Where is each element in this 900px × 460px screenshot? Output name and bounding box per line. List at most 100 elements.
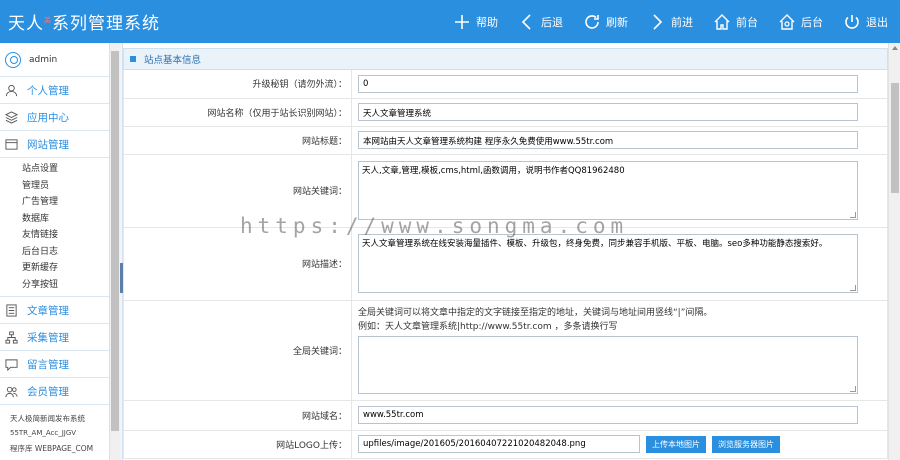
power-icon — [845, 14, 859, 29]
resize-handle-icon[interactable] — [850, 212, 856, 218]
sidebar: admin 个人管理 应用中心 网站管理 站点设置 管理员 广告管理 数据库 友… — [0, 43, 110, 460]
label-domain: 网站域名： — [123, 400, 352, 431]
main-scrollbar[interactable] — [888, 43, 900, 460]
submenu-database[interactable]: 数据库 — [22, 211, 109, 228]
menu-personal[interactable]: 个人管理 — [0, 77, 109, 104]
brand-rest: 系列管理系统 — [52, 14, 160, 34]
frontend-label: 前台 — [736, 15, 758, 29]
label-keywords: 网站关键词： — [123, 154, 352, 228]
submenu-logs[interactable]: 后台日志 — [22, 244, 109, 261]
submenu-cache[interactable]: 更新缓存 — [22, 260, 109, 277]
label-upgrade: 升级秘钥（请勿外流）： — [123, 70, 352, 99]
label-logo: 网站LOGO上传： — [123, 430, 352, 459]
section-title-text: 站点基本信息 — [144, 55, 202, 66]
menu-articles-label: 文章管理 — [27, 304, 69, 317]
submenu-site-settings[interactable]: 站点设置 — [22, 161, 109, 178]
domain-input[interactable]: www.55tr.com — [358, 406, 858, 424]
menu-articles[interactable]: 文章管理 — [0, 297, 109, 324]
window-icon — [5, 138, 18, 150]
user-icon — [5, 84, 18, 96]
logout-label: 退出 — [866, 15, 888, 29]
resize-handle-icon[interactable] — [850, 285, 856, 291]
submenu-admins[interactable]: 管理员 — [22, 178, 109, 195]
help-button[interactable]: 帮助 — [453, 13, 498, 31]
menu-collect[interactable]: 采集管理 — [0, 324, 109, 351]
home-icon — [714, 13, 730, 30]
refresh-icon — [585, 14, 599, 29]
top-nav: 帮助 后退 刷新 前进 前台 后台 退出 — [433, 0, 888, 43]
footer-line-2: 55TR_AM_Acc_JJGV — [10, 429, 77, 437]
plus-icon — [455, 14, 469, 29]
members-icon — [5, 386, 18, 397]
label-title: 网站标题： — [123, 126, 352, 155]
logo-path-input[interactable]: upfiles/image/201605/2016040722102048204… — [358, 435, 640, 453]
menu-site-label: 网站管理 — [27, 138, 69, 151]
settings-form: 升级秘钥（请勿外流）： 0 网站名称（仅用于站长识别网站）： 天人文章管理系统 … — [123, 70, 888, 459]
layers-icon — [5, 110, 18, 124]
site-name-input[interactable]: 天人文章管理系统 — [358, 103, 858, 121]
submenu-ads[interactable]: 广告管理 — [22, 194, 109, 211]
site-submenu: 站点设置 管理员 广告管理 数据库 友情链接 后台日志 更新缓存 分享按钮 — [0, 158, 109, 297]
submenu-share[interactable]: 分享按钮 — [22, 277, 109, 294]
username: admin — [29, 54, 58, 65]
menu-members[interactable]: 会员管理 — [0, 378, 109, 405]
main-content: 站点基本信息 升级秘钥（请勿外流）： 0 网站名称（仅用于站长识别网站）： 天人… — [123, 48, 888, 460]
label-description: 网站描述： — [123, 227, 352, 301]
submenu-links[interactable]: 友情链接 — [22, 227, 109, 244]
brand-main: 天人 — [8, 14, 44, 34]
sitemap-icon — [5, 330, 18, 344]
row-sitename: 网站名称（仅用于站长识别网站）： 天人文章管理系统 — [123, 98, 888, 127]
top-bar: 天人美系列管理系统 帮助 后退 刷新 前进 前台 后台 退出 — [0, 0, 900, 43]
chevron-right-icon — [653, 13, 663, 30]
backend-label: 后台 — [801, 15, 823, 29]
upgrade-key-input[interactable]: 0 — [358, 74, 858, 93]
main-scroll-thumb[interactable] — [891, 83, 899, 193]
keywords-textarea[interactable]: 天人,文章,管理,模板,cms,html,函数调用，说明书作者QQ8196248… — [358, 161, 858, 220]
label-sitename: 网站名称（仅用于站长识别网站）： — [123, 98, 352, 127]
label-global-keywords: 全局关键词： — [123, 300, 352, 401]
menu-apps-label: 应用中心 — [27, 111, 69, 124]
global-kw-hint-2: 例如：天人文章管理系统|http://www.55tr.com ，多条请换行写 — [358, 322, 618, 332]
menu-site[interactable]: 网站管理 — [0, 131, 109, 158]
sidebar-scroll-thumb[interactable] — [111, 51, 119, 431]
footer-line-3: 程序库 WEBPAGE_COM — [10, 444, 94, 453]
backend-button[interactable]: 后台 — [778, 13, 823, 31]
global-keywords-textarea[interactable] — [358, 336, 858, 394]
upload-local-button[interactable]: 上传本地图片 — [646, 435, 706, 453]
logout-button[interactable]: 退出 — [843, 13, 888, 31]
row-global-keywords: 全局关键词： 全局关键词可以将文章中指定的文字链接至指定的地址，关键词与地址间用… — [123, 300, 888, 401]
avatar-icon — [5, 51, 21, 68]
admin-home-icon — [779, 13, 795, 30]
sidebar-scrollbar[interactable] — [110, 43, 120, 460]
sidebar-footer: 天人极简新闻发布系统 55TR_AM_Acc_JJGV 程序库 WEBPAGE_… — [0, 405, 109, 456]
brand-sup: 美 — [44, 16, 52, 25]
forward-label: 前进 — [671, 15, 693, 29]
global-kw-hint-1: 全局关键词可以将文章中指定的文字链接至指定的地址，关键词与地址间用竖线“|”间隔… — [358, 308, 713, 318]
row-upgrade: 升级秘钥（请勿外流）： 0 — [123, 70, 888, 99]
menu-members-label: 会员管理 — [27, 385, 69, 398]
resize-handle-icon[interactable] — [850, 386, 856, 392]
section-square-icon — [130, 56, 136, 62]
scroll-up-icon[interactable] — [892, 46, 898, 50]
keywords-text: 天人,文章,管理,模板,cms,html,函数调用，说明书作者QQ8196248… — [362, 166, 625, 176]
menu-personal-label: 个人管理 — [27, 84, 69, 97]
user-row[interactable]: admin — [0, 43, 109, 77]
row-domain: 网站域名： www.55tr.com — [123, 400, 888, 431]
section-title: 站点基本信息 — [123, 48, 888, 70]
menu-collect-label: 采集管理 — [27, 331, 69, 344]
back-button[interactable]: 后退 — [518, 13, 563, 31]
menu-messages-label: 留言管理 — [27, 358, 69, 371]
forward-button[interactable]: 前进 — [648, 13, 693, 31]
menu-apps[interactable]: 应用中心 — [0, 104, 109, 131]
message-icon — [5, 358, 18, 371]
menu-messages[interactable]: 留言管理 — [0, 351, 109, 378]
browse-server-button[interactable]: 浏览服务器图片 — [712, 435, 780, 453]
description-textarea[interactable]: 天人文章管理系统在线安装海量插件、模板、升级包，终身免费，同步兼容手机版、平板、… — [358, 234, 858, 293]
chevron-left-icon — [521, 13, 531, 30]
site-title-input[interactable]: 本网站由天人文章管理系统构建 程序永久免费使用www.55tr.com — [358, 131, 858, 149]
document-icon — [6, 303, 17, 317]
refresh-button[interactable]: 刷新 — [583, 13, 628, 31]
brand-logo: 天人美系列管理系统 — [8, 9, 160, 34]
frontend-button[interactable]: 前台 — [713, 13, 758, 31]
row-logo: 网站LOGO上传： upfiles/image/201605/201604072… — [123, 430, 888, 459]
